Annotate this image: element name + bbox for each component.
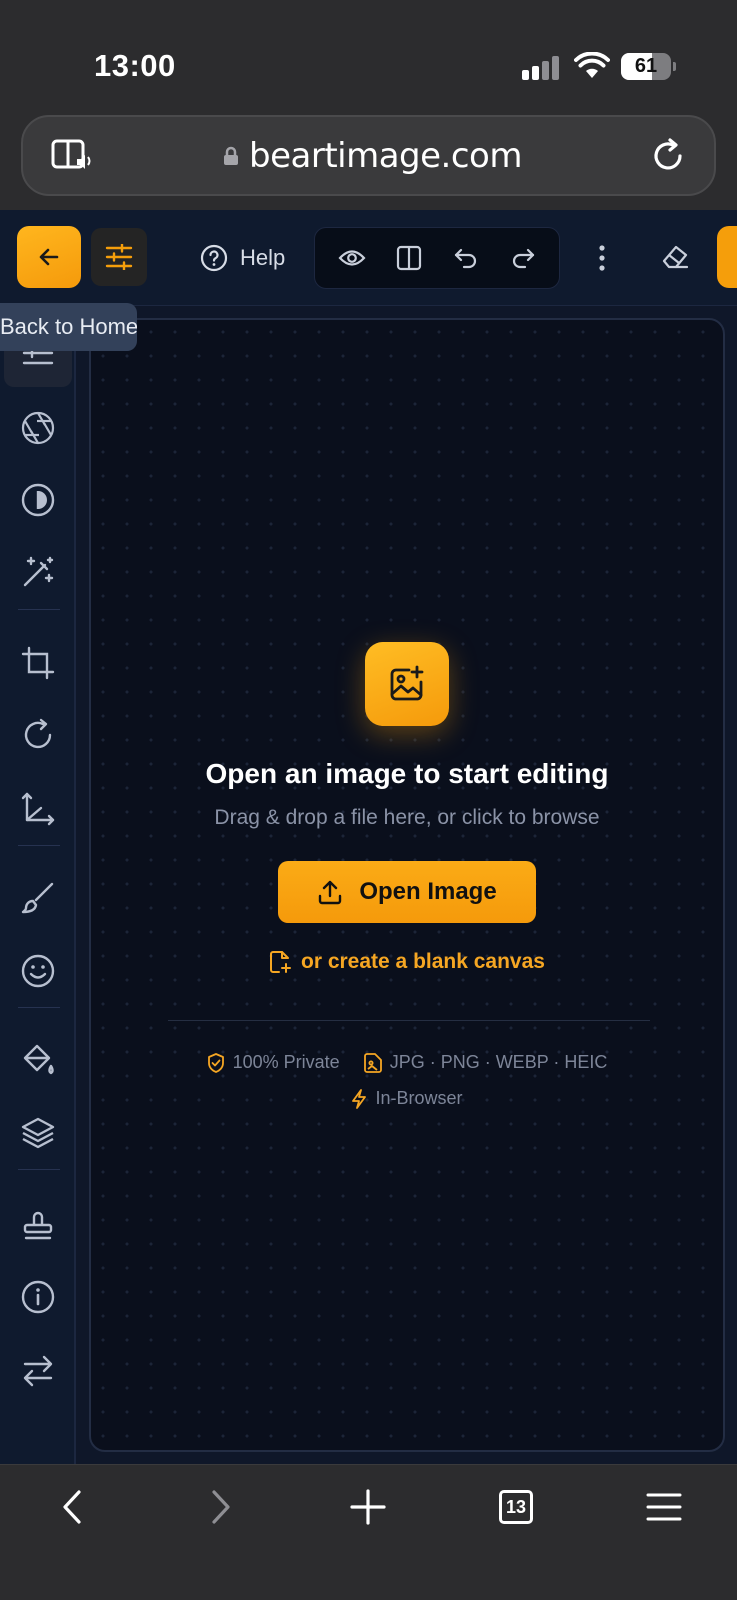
url-bar[interactable]: beartimage.com (21, 115, 716, 196)
sidebar-item-info[interactable] (18, 1277, 58, 1317)
eraser-icon[interactable] (660, 242, 690, 272)
reader-mode-icon[interactable] (51, 137, 93, 175)
feature-private: 100% Private (207, 1052, 340, 1073)
magic-wand-icon (23, 556, 54, 587)
sidebar-item-contrast[interactable] (18, 480, 58, 520)
stamp-icon (23, 1211, 53, 1240)
file-image-icon (363, 1052, 382, 1073)
new-tab-button[interactable] (348, 1487, 388, 1527)
contrast-icon (21, 483, 55, 517)
feature-private-label: 100% Private (232, 1052, 340, 1072)
back-to-home-tooltip: Back to Home (0, 303, 137, 351)
editor-app: Help Back to Home Open an image to start… (0, 210, 737, 1464)
create-blank-canvas-link[interactable]: or create a blank canvas (91, 950, 723, 974)
open-image-button[interactable]: Open Image (278, 861, 536, 923)
back-to-home-button[interactable] (17, 226, 81, 288)
sidebar-item-watermark[interactable] (18, 1204, 58, 1244)
sidebar-item-stickers[interactable] (18, 951, 58, 991)
battery-icon: 61 (621, 53, 676, 80)
swap-icon (23, 1355, 53, 1387)
layers-icon (21, 1117, 55, 1149)
sidebar-item-fill[interactable] (18, 1041, 58, 1081)
hamburger-menu-icon (646, 1493, 682, 1521)
file-plus-icon (270, 951, 291, 973)
lightning-icon (352, 1088, 367, 1109)
feature-browser-label: In-Browser (375, 1088, 463, 1108)
tab-count: 13 (499, 1490, 533, 1524)
shield-check-icon (207, 1052, 224, 1073)
plus-icon (350, 1489, 386, 1525)
feature-list: 100% Private JPG · PNG · WEBP · HEIC (91, 1052, 723, 1073)
cellular-signal-icon (522, 56, 562, 80)
sliders-icon (105, 244, 133, 270)
undo-icon (454, 248, 476, 269)
more-options-icon[interactable] (588, 240, 616, 276)
resize-icon (21, 792, 55, 826)
battery-level: 61 (634, 55, 658, 77)
sidebar-item-resize[interactable] (18, 789, 58, 829)
aperture-icon (21, 411, 55, 445)
feature-formats: JPG · PNG · WEBP · HEIC (363, 1052, 608, 1073)
feature-browser: In-Browser (351, 1088, 463, 1109)
top-toolbar: Help (0, 210, 737, 306)
undo-button[interactable] (452, 244, 480, 272)
sidebar-item-convert[interactable] (18, 1350, 58, 1390)
canvas-drop-zone[interactable]: Open an image to start editing Drag & dr… (89, 318, 725, 1452)
reload-icon[interactable] (649, 137, 687, 175)
help-icon (200, 244, 228, 272)
split-view-icon (396, 245, 421, 271)
browser-menu-button[interactable] (644, 1487, 684, 1527)
lock-icon (224, 146, 238, 165)
sidebar-item-crop[interactable] (18, 643, 58, 683)
view-controls-group (314, 227, 560, 289)
sidebar-item-rotate[interactable] (18, 715, 58, 755)
tool-sidebar (0, 307, 76, 1464)
browser-back-button[interactable] (52, 1487, 92, 1527)
paint-bucket-icon (23, 1044, 54, 1075)
feature-formats-label: JPG · PNG · WEBP · HEIC (389, 1052, 608, 1072)
empty-state-subtitle: Drag & drop a file here, or click to bro… (214, 806, 600, 829)
help-button[interactable]: Help (200, 236, 285, 280)
browser-forward-button[interactable] (201, 1487, 241, 1527)
browser-bottom-bar: 13 (0, 1464, 737, 1600)
tabs-button[interactable]: 13 (496, 1487, 536, 1527)
emoji-icon (21, 954, 55, 988)
add-image-icon-tile[interactable] (365, 642, 449, 726)
status-time: 13:00 (94, 48, 176, 83)
sidebar-item-magic[interactable] (18, 552, 58, 592)
url-text[interactable]: beartimage.com (249, 136, 522, 176)
sidebar-item-layers[interactable] (18, 1113, 58, 1153)
upload-icon (319, 880, 342, 905)
feature-list-row-2: In-Browser (91, 1088, 723, 1109)
browser-address-area: beartimage.com (0, 112, 737, 210)
open-image-label: Open Image (359, 878, 497, 905)
blank-canvas-label: or create a blank canvas (301, 950, 545, 973)
arrow-left-icon (39, 248, 59, 266)
help-label: Help (240, 245, 286, 270)
empty-state-title: Open an image to start editing (205, 758, 609, 789)
info-icon (21, 1280, 55, 1314)
preview-eye-button[interactable] (338, 244, 366, 272)
rotate-icon (24, 718, 52, 749)
sidebar-item-filters[interactable] (18, 408, 58, 448)
compare-split-button[interactable] (395, 244, 423, 272)
redo-icon (512, 248, 534, 269)
image-plus-icon (390, 665, 424, 701)
divider (168, 1020, 650, 1021)
chevron-right-icon (212, 1490, 230, 1524)
redo-button[interactable] (509, 244, 537, 272)
brush-icon (21, 882, 54, 914)
export-button[interactable] (717, 226, 737, 288)
eye-icon (338, 250, 365, 266)
crop-icon (21, 646, 55, 680)
chevron-left-icon (63, 1490, 81, 1524)
sidebar-item-brush[interactable] (18, 878, 58, 918)
wifi-icon (574, 52, 610, 78)
status-bar: 13:00 61 (0, 0, 737, 112)
adjustments-toggle-button[interactable] (91, 228, 147, 286)
